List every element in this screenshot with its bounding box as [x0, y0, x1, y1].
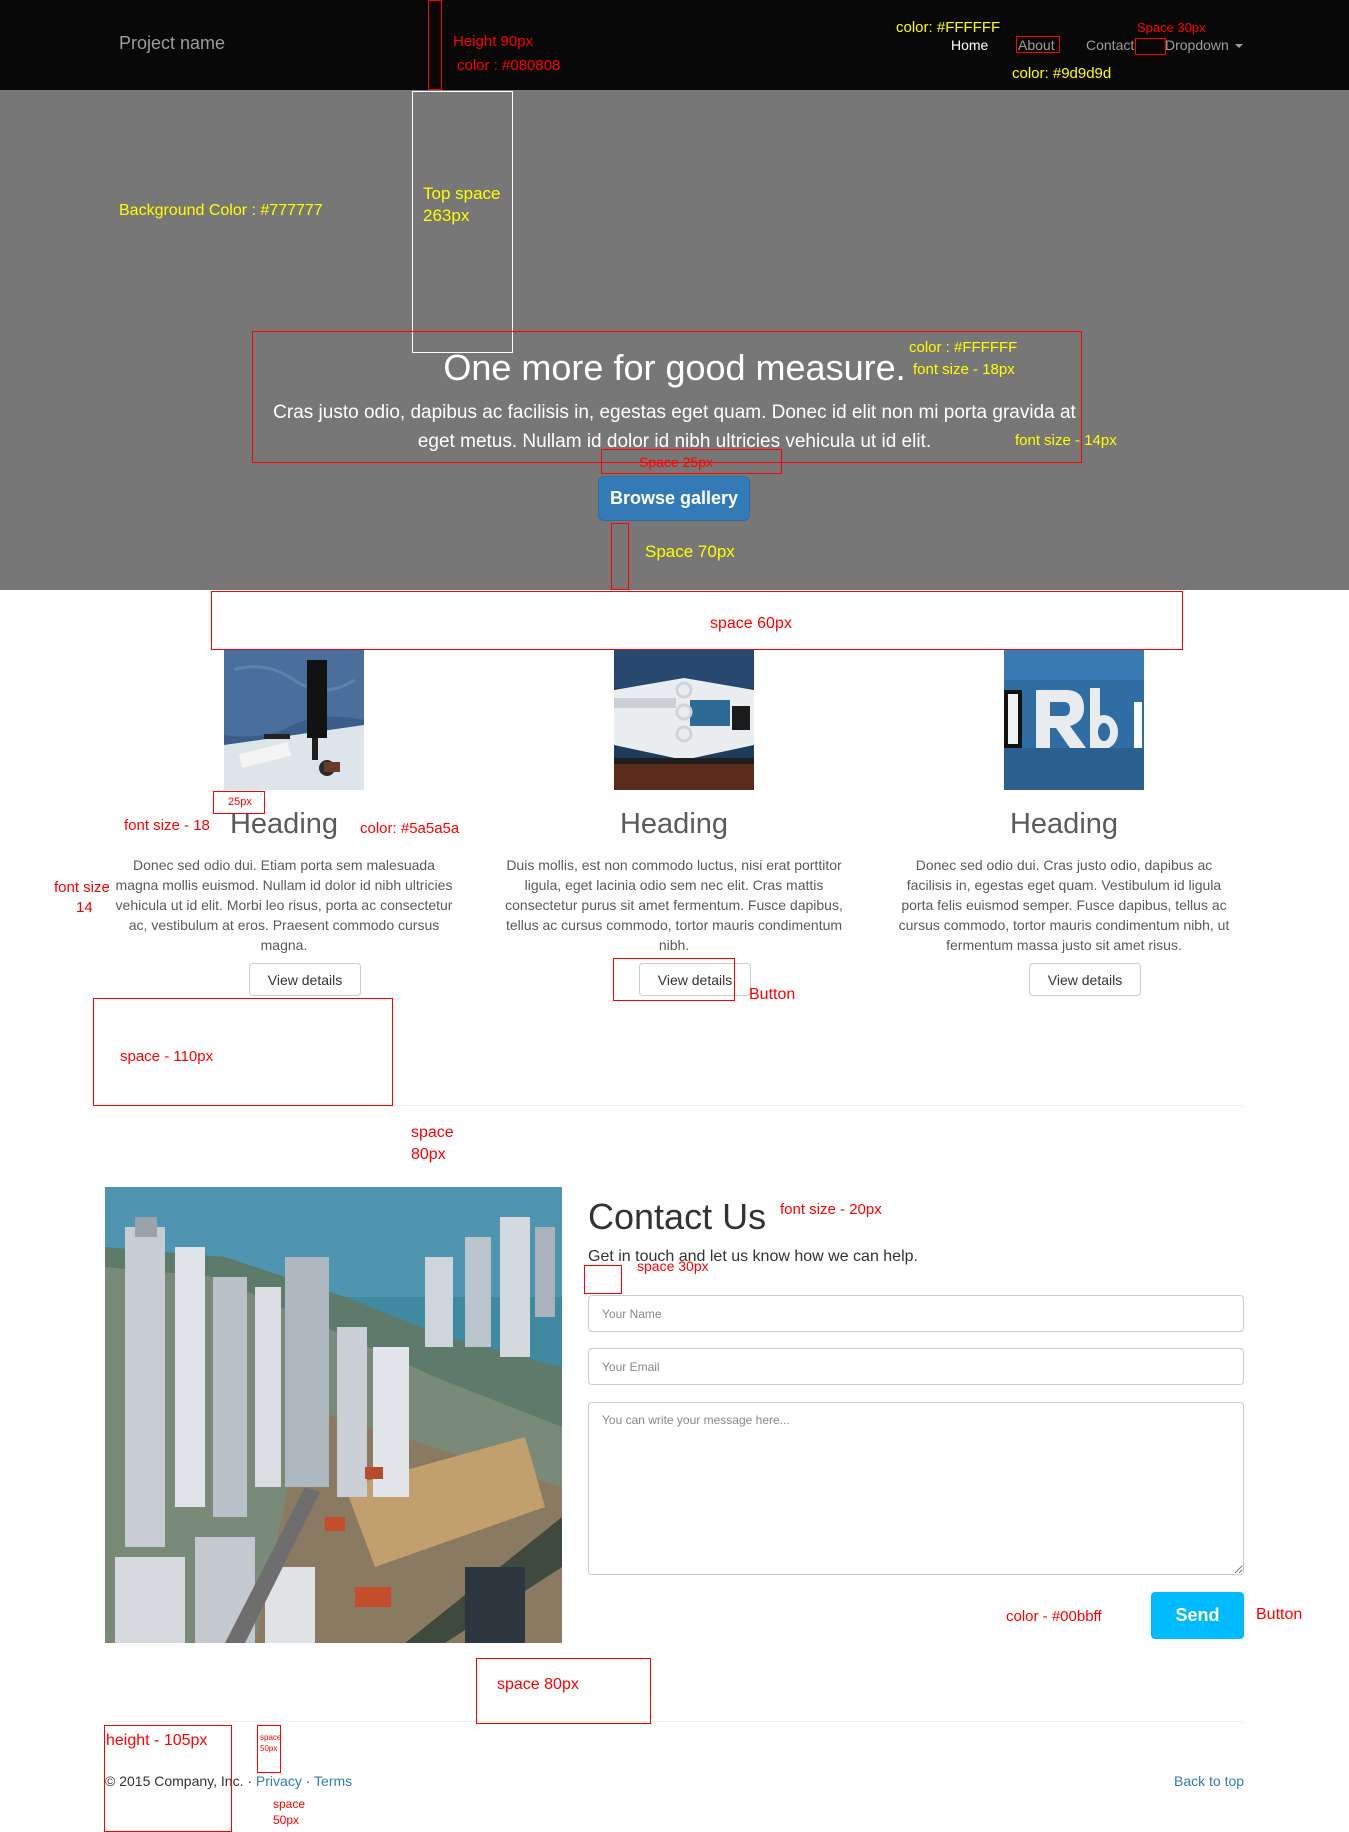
annotation-box: [1135, 38, 1166, 55]
terms-link[interactable]: Terms: [314, 1773, 352, 1789]
annotation-box: [584, 1265, 622, 1294]
nav-home[interactable]: Home: [951, 37, 988, 53]
annotation-label: 80px: [411, 1146, 446, 1163]
annotation-label: color - #00bbff: [1006, 1608, 1102, 1625]
annotation-label: font size - 18px: [913, 361, 1015, 378]
feature-heading: Heading: [619, 808, 729, 840]
privacy-link[interactable]: Privacy: [256, 1773, 302, 1789]
feature-text: Donec sed odio dui. Etiam porta sem male…: [115, 857, 453, 953]
feature-text: Donec sed odio dui. Cras justo odio, dap…: [898, 857, 1230, 953]
email-field[interactable]: [588, 1348, 1244, 1385]
annotation-label: Button: [1256, 1606, 1303, 1623]
footer-divider: [105, 1721, 1245, 1722]
footer-separator: ·: [247, 1773, 253, 1789]
view-details-button[interactable]: View details: [1029, 963, 1141, 996]
annotation-box: [211, 591, 1183, 650]
annotation-label: space 60px: [710, 615, 792, 632]
annotation-label: space - 110px: [120, 1048, 214, 1065]
send-button[interactable]: Send: [1151, 1592, 1244, 1639]
annotation-box: [1016, 36, 1060, 53]
annotation-label: Space 30px: [1137, 20, 1206, 35]
annotation-label: Space 25px: [639, 454, 713, 470]
annotation-label: 263px: [423, 206, 470, 225]
feature-heading: Heading: [1009, 808, 1119, 840]
nav-dropdown-label: Dropdown: [1165, 37, 1229, 53]
annotation-label: Top space: [423, 184, 501, 203]
annotation-label: Height 90px: [453, 33, 534, 50]
annotation-label: font size - 20px: [780, 1201, 882, 1218]
annotation-label: Background Color : #777777: [119, 202, 323, 219]
annotation-box: [428, 0, 442, 90]
name-field[interactable]: [588, 1295, 1244, 1332]
nav-dropdown[interactable]: Dropdown: [1165, 37, 1243, 53]
annotation-label: space 80px: [497, 1676, 579, 1693]
browse-gallery-button[interactable]: Browse gallery: [598, 476, 750, 521]
feature-image-letters: [1004, 650, 1144, 790]
message-field[interactable]: [588, 1402, 1244, 1575]
annotation-label: color: #9d9d9d: [1012, 65, 1112, 82]
annotation-label: space: [273, 1797, 306, 1811]
nav-contact[interactable]: Contact: [1086, 37, 1134, 53]
feature-image-binder: [614, 650, 754, 790]
annotation-label: 50px: [273, 1813, 300, 1827]
annotation-label: color: #FFFFFF: [896, 19, 1001, 36]
annotation-label: font size - 18: [124, 817, 210, 834]
contact-title: Contact Us: [588, 1196, 767, 1237]
annotation-label: 25px: [228, 796, 252, 808]
view-details-button[interactable]: View details: [249, 963, 361, 996]
annotation-label: font size: [54, 879, 110, 896]
annotation-box: [611, 523, 629, 590]
back-to-top-link[interactable]: Back to top: [1174, 1773, 1244, 1789]
annotation-label: space 30px: [637, 1258, 709, 1274]
annotation-box: [613, 958, 735, 1001]
annotation-label: color : #080808: [457, 57, 561, 74]
annotation-label: Space 70px: [645, 542, 735, 561]
annotation-label: color: #5a5a5a: [360, 820, 460, 837]
annotation-label: height - 105px: [106, 1732, 208, 1749]
feature-text: Duis mollis, est non commodo luctus, nis…: [505, 857, 843, 953]
annotation-label: space: [411, 1124, 454, 1141]
annotation-label: 14: [76, 899, 93, 916]
city-aerial-image: [105, 1187, 562, 1643]
chevron-down-icon: [1234, 44, 1243, 49]
annotation-label: color : #FFFFFF: [909, 339, 1018, 356]
annotation-label: font size - 14px: [1015, 432, 1117, 449]
annotation-label: 50px: [260, 1744, 278, 1753]
annotation-label: Button: [749, 986, 796, 1003]
footer-separator: ·: [305, 1773, 311, 1789]
brand-link[interactable]: Project name: [119, 33, 225, 54]
feature-image-desk: [224, 650, 364, 790]
annotation-label: space: [260, 1733, 282, 1742]
